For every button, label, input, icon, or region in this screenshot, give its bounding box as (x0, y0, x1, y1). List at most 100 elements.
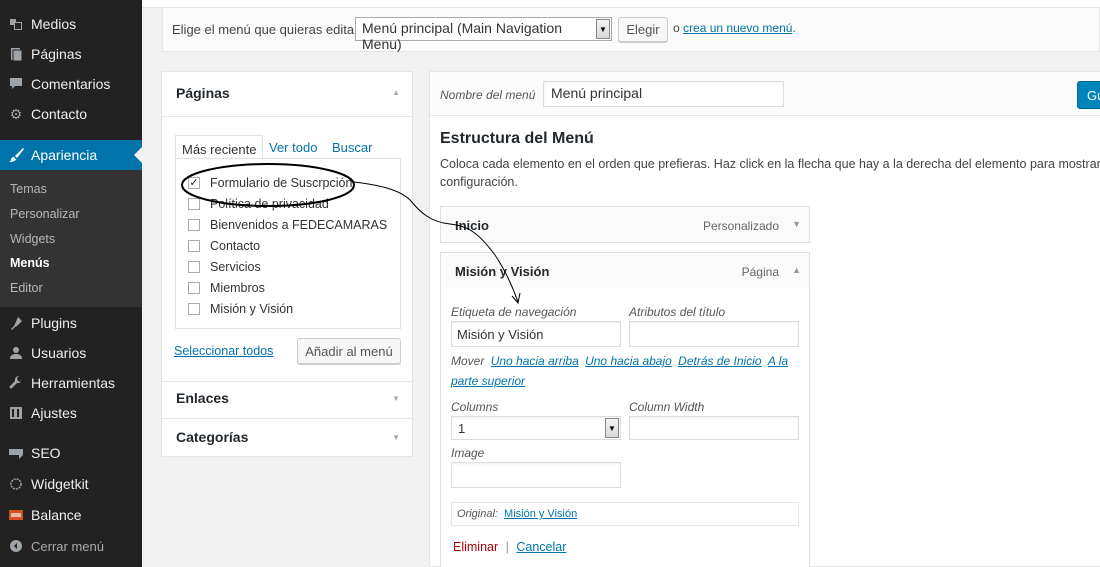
page-checkbox-row[interactable]: Servicios (188, 260, 261, 274)
page-checkbox-row[interactable]: Miembros (188, 281, 265, 295)
checkbox[interactable] (188, 198, 200, 210)
menu-editor-header: Nombre del menú Menú principal Gu (430, 72, 1100, 116)
sidebar-item-seo[interactable]: SEO (0, 438, 142, 468)
sidebar-item-medios[interactable]: Medios (0, 9, 142, 39)
sidebar-item-label: Apariencia (31, 147, 98, 163)
page-checkbox-row[interactable]: Contacto (188, 239, 260, 253)
expand-arrow-icon[interactable]: ▼ (392, 433, 400, 442)
image-input[interactable] (451, 462, 621, 488)
collapse-arrow-icon[interactable]: ▲ (392, 88, 400, 97)
page-checkbox-row[interactable]: Política de privacidad (188, 197, 329, 211)
wrench-icon (8, 375, 24, 391)
delete-link[interactable]: Eliminar (453, 540, 498, 554)
chevron-down-icon[interactable]: ▼ (792, 219, 801, 229)
submenu-item-temas[interactable]: Temas (10, 182, 47, 196)
checkbox[interactable] (188, 261, 200, 273)
sidebar-item-plugins[interactable]: Plugins (0, 308, 142, 338)
collapse-menu-button[interactable]: Cerrar menú (0, 531, 142, 561)
add-menu-items-accordion: Páginas ▲ Más reciente Ver todo Buscar ✓… (161, 71, 413, 457)
columns-select[interactable]: 1 ▼ (451, 416, 621, 440)
sidebar-item-paginas[interactable]: Páginas (0, 39, 142, 69)
move-under-link[interactable]: Detrás de Inicio (678, 354, 761, 368)
gear-icon: ⚙ (9, 106, 23, 122)
action-separator: | (505, 540, 509, 554)
create-menu-link[interactable]: crea un nuevo menú (683, 21, 792, 35)
sidebar-item-contacto[interactable]: ⚙ Contacto (0, 99, 142, 129)
chevron-up-icon[interactable]: ▲ (792, 265, 801, 275)
title-attr-input[interactable] (629, 321, 799, 347)
choose-menu-button[interactable]: Elegir (618, 17, 668, 42)
menu-name-input[interactable]: Menú principal (543, 81, 784, 107)
sidebar-item-label: Páginas (31, 46, 82, 62)
admin-sidebar: Medios Páginas Comentarios ⚙ Contacto Ap… (0, 0, 142, 567)
image-label: Image (451, 446, 485, 460)
submenu-item-personalizar[interactable]: Personalizar (10, 207, 79, 221)
media-icon (8, 16, 24, 32)
page-checkbox-row[interactable]: Bienvenidos a FEDECAMARAS (188, 218, 387, 232)
nav-label-input[interactable]: Misión y Visión (451, 321, 621, 347)
item-actions: Eliminar | Cancelar (453, 540, 566, 554)
add-to-menu-button[interactable]: Añadir al menú (297, 338, 401, 364)
move-down-link[interactable]: Uno hacia abajo (585, 354, 672, 368)
move-up-link[interactable]: Uno hacia arriba (491, 354, 579, 368)
or-label: o (673, 21, 680, 35)
pages-section-title[interactable]: Páginas (176, 85, 230, 101)
move-top-link[interactable]: A la (768, 354, 788, 368)
sidebar-item-comentarios[interactable]: Comentarios (0, 69, 142, 99)
page-label: Servicios (210, 260, 261, 274)
pages-icon (8, 46, 24, 62)
column-width-label: Column Width (629, 400, 705, 414)
menu-structure-desc: Coloca cada elemento en el orden que pre… (440, 157, 1100, 171)
checkbox-checked[interactable]: ✓ (188, 177, 200, 189)
submenu-item-menus[interactable]: Menús (10, 256, 50, 270)
sidebar-item-usuarios[interactable]: Usuarios (0, 338, 142, 368)
move-links: Mover Uno hacia arriba Uno hacia abajo D… (451, 351, 801, 391)
widgetkit-icon (8, 476, 24, 492)
chevron-down-icon: ▼ (596, 19, 610, 39)
checkbox[interactable] (188, 219, 200, 231)
tab-search[interactable]: Buscar (332, 140, 372, 155)
sidebar-item-apariencia[interactable]: Apariencia (0, 140, 142, 170)
select-all-link[interactable]: Seleccionar todos (174, 344, 273, 358)
links-section-title[interactable]: Enlaces (176, 390, 229, 406)
sidebar-item-label: Ajustes (31, 405, 77, 421)
sidebar-item-herramientas[interactable]: Herramientas (0, 368, 142, 398)
menu-item-type: Página (741, 265, 779, 279)
categories-section-title[interactable]: Categorías (176, 429, 248, 445)
page-checkbox-row[interactable]: ✓ Formulario de Suscrpción (188, 176, 352, 190)
menu-item-settings: Etiqueta de navegación Atributos del tít… (440, 288, 810, 567)
page-label: Formulario de Suscrpción (210, 176, 353, 190)
menu-structure-desc-cont: configuración. (440, 175, 518, 189)
expand-arrow-icon[interactable]: ▼ (392, 394, 400, 403)
page-checkbox-row[interactable]: Misión y Visión (188, 302, 293, 316)
collapse-label: Cerrar menú (31, 538, 104, 554)
tab-view-all[interactable]: Ver todo (269, 140, 317, 155)
create-menu-text: o crea un nuevo menú. (673, 21, 796, 35)
cancel-link[interactable]: Cancelar (516, 540, 566, 554)
page-label: Miembros (210, 281, 265, 295)
sidebar-item-balance[interactable]: Balance (0, 500, 142, 530)
menu-select[interactable]: Menú principal (Main Navigation Menu) ▼ (355, 17, 612, 52)
move-top-link-cont[interactable]: parte superior (451, 374, 525, 388)
checkbox[interactable] (188, 240, 200, 252)
save-menu-button[interactable]: Gu (1077, 81, 1100, 109)
divider (162, 381, 412, 382)
submenu-item-editor[interactable]: Editor (10, 281, 43, 295)
submenu-item-widgets[interactable]: Widgets (10, 232, 55, 246)
divider (162, 418, 412, 419)
column-width-input[interactable] (629, 416, 799, 440)
checkbox[interactable] (188, 303, 200, 315)
menu-structure-title: Estructura del Menú (440, 130, 594, 147)
checkbox[interactable] (188, 282, 200, 294)
sidebar-item-widgetkit[interactable]: Widgetkit (0, 469, 142, 499)
title-attr-label: Atributos del título (629, 305, 726, 319)
sidebar-item-label: Medios (31, 16, 77, 32)
sidebar-item-label: Comentarios (31, 76, 111, 92)
menu-item-mision-vision[interactable]: Misión y Visión Página ▲ (440, 252, 810, 289)
page-label: Bienvenidos a FEDECAMARAS (210, 218, 388, 232)
collapse-icon (8, 538, 24, 554)
sidebar-item-ajustes[interactable]: Ajustes (0, 398, 142, 428)
menu-item-inicio[interactable]: Inicio Personalizado ▼ (440, 206, 810, 243)
menu-editor: Nombre del menú Menú principal Gu Estruc… (429, 71, 1100, 567)
original-page-link[interactable]: Misión y Visión (504, 508, 577, 520)
